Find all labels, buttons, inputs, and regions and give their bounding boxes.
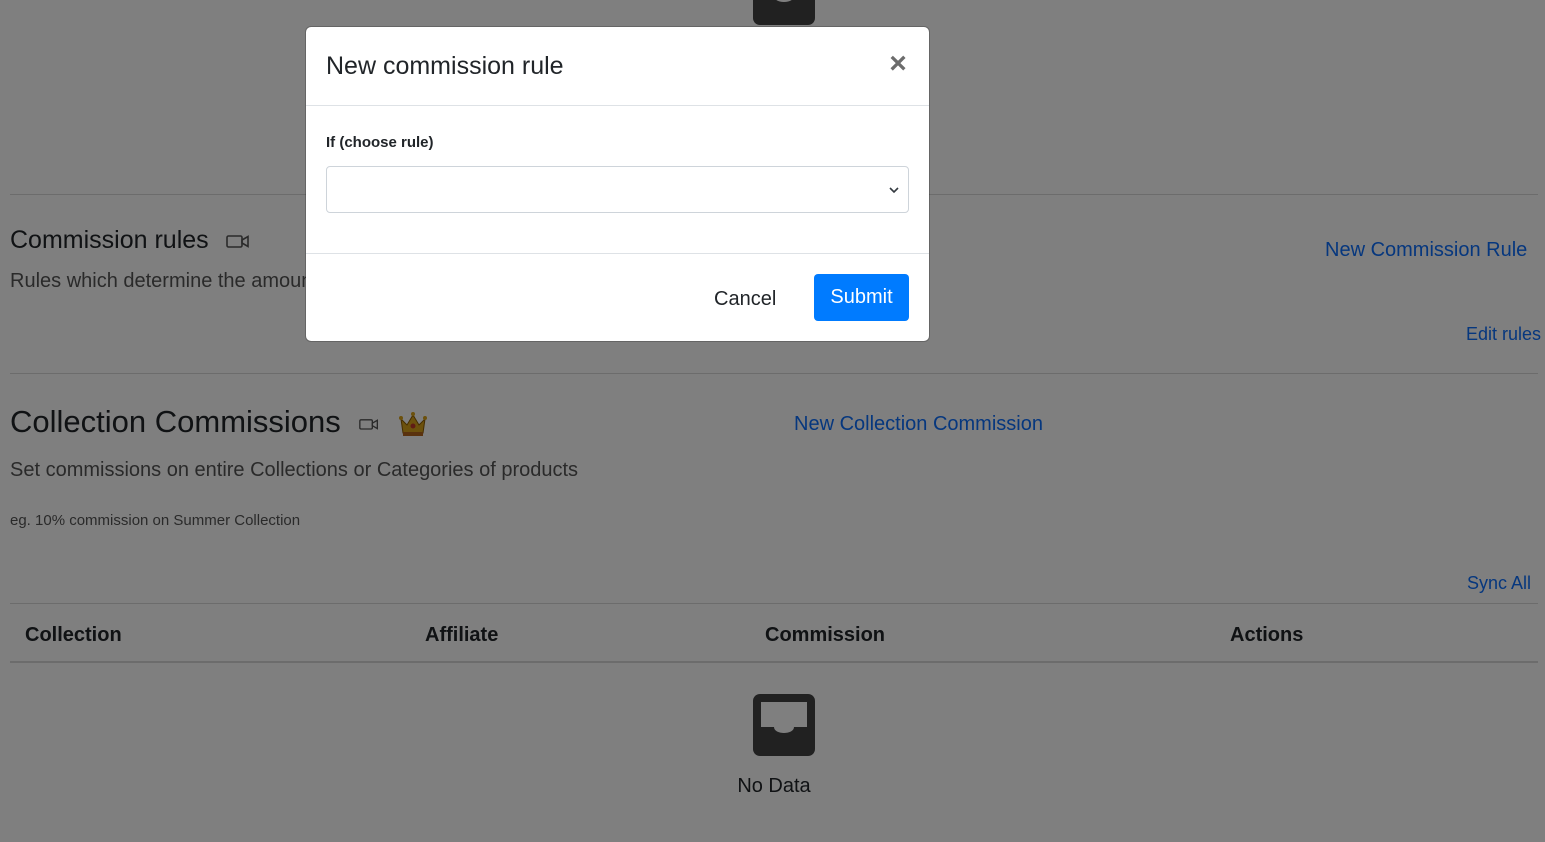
- close-icon[interactable]: ×: [886, 49, 910, 79]
- chevron-down-icon: [889, 187, 899, 194]
- cancel-button[interactable]: Cancel: [714, 288, 776, 311]
- rule-select[interactable]: [326, 166, 909, 213]
- new-commission-rule-modal: New commission rule × If (choose rule) C…: [306, 27, 929, 341]
- modal-header: New commission rule ×: [306, 27, 929, 106]
- rule-field-label: If (choose rule): [326, 134, 434, 151]
- modal-footer: Cancel Submit: [306, 253, 929, 342]
- submit-button[interactable]: Submit: [814, 274, 909, 321]
- page: Commission rules Rules which determine t…: [0, 0, 1545, 842]
- modal-title: New commission rule: [326, 52, 564, 80]
